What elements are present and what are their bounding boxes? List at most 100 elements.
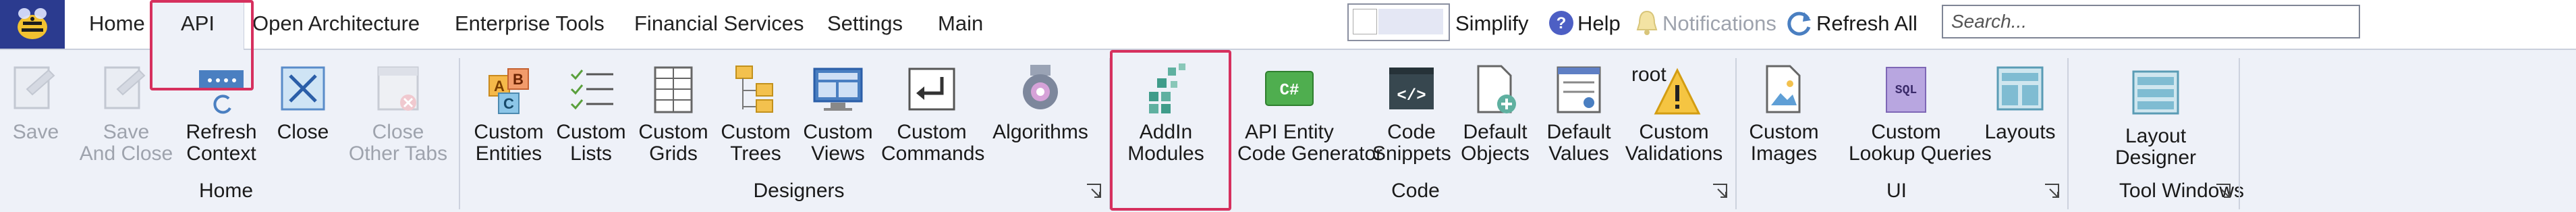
form-icon (1557, 66, 1601, 113)
group-label-code: Code (1391, 180, 1440, 202)
tab-settings[interactable]: Settings (827, 0, 903, 49)
refresh-context-label-2: Context (186, 142, 256, 165)
tab-enterprise-tools[interactable]: Enterprise Tools (455, 0, 605, 49)
layout-designer-button[interactable]: Layout Designer (2112, 66, 2200, 169)
group-separator (2239, 58, 2240, 209)
api-entity-code-generator-button[interactable]: C# API Entity Code Generator (1237, 62, 1382, 165)
custom-views-label-1: Custom (803, 121, 873, 143)
tab-api[interactable]: API (151, 0, 244, 50)
default-objects-button[interactable]: Default Objects (1456, 62, 1534, 165)
svg-text:B: B (513, 71, 524, 88)
custom-trees-button[interactable]: Custom Trees (717, 62, 795, 165)
custom-images-button[interactable]: Custom Images (1745, 62, 1823, 165)
dialog-launcher-icon[interactable] (1711, 182, 1729, 200)
toggle-knob (1353, 9, 1377, 34)
bee-logo-icon (18, 8, 47, 39)
save-button[interactable]: Save (5, 62, 66, 143)
save-and-close-button[interactable]: Save And Close (76, 62, 177, 165)
custom-lists-button[interactable]: Custom Lists (552, 62, 630, 165)
search-input[interactable] (1942, 5, 2360, 38)
csharp-file-icon: C# (1265, 71, 1314, 106)
api-entity-label-1: API Entity (1245, 121, 1334, 143)
svg-text:C: C (503, 95, 514, 112)
tab-main[interactable]: Main (938, 0, 983, 49)
refresh-context-label-1: Refresh (186, 121, 257, 143)
dialog-launcher-icon[interactable] (1085, 182, 1102, 200)
custom-lookup-label-2: Lookup Queries (1849, 142, 1992, 165)
group-separator (1735, 58, 1737, 209)
layouts-label: Layouts (1984, 121, 2056, 143)
toggle-track (1378, 9, 1443, 34)
custom-commands-label-2: Commands (881, 142, 985, 165)
custom-lists-label-1: Custom (556, 121, 626, 143)
custom-lookup-queries-button[interactable]: SQL Custom Lookup Queries (1849, 62, 1992, 165)
code-snippets-icon: </> (1389, 68, 1434, 109)
custom-grids-button[interactable]: Custom Grids (634, 62, 712, 165)
app-menu-button[interactable] (0, 0, 65, 49)
checklist-icon (570, 70, 613, 110)
custom-grids-label-1: Custom (638, 121, 708, 143)
close-label: Close (277, 121, 329, 143)
tab-home[interactable]: Home (89, 0, 145, 49)
layouts-icon (1996, 66, 2044, 111)
svg-text:C#: C# (1280, 82, 1299, 100)
custom-lookup-label-1: Custom (1871, 121, 1941, 143)
custom-validations-label-1: Custom (1639, 121, 1709, 143)
layouts-button[interactable]: Layouts (1981, 62, 2059, 143)
save-close-label-1: Save (103, 121, 150, 143)
image-file-icon (1766, 65, 1801, 113)
layout-designer-icon (2132, 70, 2179, 115)
algorithms-icon (1023, 65, 1058, 109)
folder-tree-icon (735, 65, 773, 113)
custom-trees-label-1: Custom (721, 121, 791, 143)
default-values-label-2: Values (1548, 142, 1609, 165)
refresh-context-button[interactable]: Refresh Context (181, 62, 262, 165)
default-objects-label-1: Default (1463, 121, 1528, 143)
bell-icon (1636, 10, 1658, 35)
refresh-context-icon (199, 70, 244, 114)
simplify-label: Simplify (1455, 11, 1529, 35)
dialog-launcher-icon[interactable] (2214, 182, 2232, 200)
default-objects-label-2: Objects (1461, 142, 1530, 165)
help-label: Help (1577, 11, 1621, 35)
svg-text:</>: </> (1397, 87, 1426, 105)
group-label-ui: UI (1886, 180, 1907, 202)
new-document-icon (1477, 65, 1516, 113)
custom-views-button[interactable]: Custom Views (799, 62, 877, 165)
algorithms-button[interactable]: Algorithms (986, 62, 1094, 143)
svg-text:A: A (494, 78, 505, 95)
default-values-label-1: Default (1546, 121, 1611, 143)
addin-modules-label-2: Modules (1127, 142, 1204, 165)
default-values-button[interactable]: Default Values (1540, 62, 1618, 165)
save-close-label-2: And Close (79, 142, 173, 165)
tab-financial-services[interactable]: Financial Services (634, 0, 804, 49)
addin-modules-label-1: AddIn (1139, 121, 1193, 143)
refresh-icon (1787, 11, 1811, 36)
dialog-launcher-icon[interactable] (2043, 182, 2061, 200)
notifications-label: Notifications (1662, 11, 1776, 35)
save-icon (13, 66, 55, 109)
simplify-toggle[interactable] (1347, 3, 1450, 41)
close-other-tabs-icon (377, 66, 419, 111)
monitor-icon (813, 68, 863, 111)
help-icon: ? (1549, 11, 1573, 35)
close-other-tabs-button[interactable]: Close Other Tabs (344, 62, 452, 165)
root-text: root (1631, 63, 1667, 86)
custom-commands-button[interactable]: Custom Commands (881, 62, 985, 165)
close-button[interactable]: Close (273, 62, 333, 143)
grid-icon (654, 66, 693, 113)
addin-modules-button[interactable]: AddIn Modules (1115, 62, 1217, 165)
code-snippets-button[interactable]: </> Code Snippets (1372, 62, 1451, 165)
custom-validations-label-2: Validations (1625, 142, 1723, 165)
custom-entities-button[interactable]: A B C Custom Entities (470, 62, 548, 165)
close-other-tabs-label-1: Close (372, 121, 424, 143)
custom-grids-label-2: Grids (649, 142, 698, 165)
tab-open-architecture[interactable]: Open Architecture (252, 0, 420, 49)
custom-images-label-2: Images (1750, 142, 1818, 165)
close-icon (281, 66, 325, 111)
save-close-icon (104, 66, 146, 109)
group-separator (1109, 58, 1111, 209)
layout-designer-label-1: Layout (2125, 125, 2187, 147)
group-label-designers: Designers (753, 180, 845, 202)
save-label-1: Save (12, 121, 59, 143)
